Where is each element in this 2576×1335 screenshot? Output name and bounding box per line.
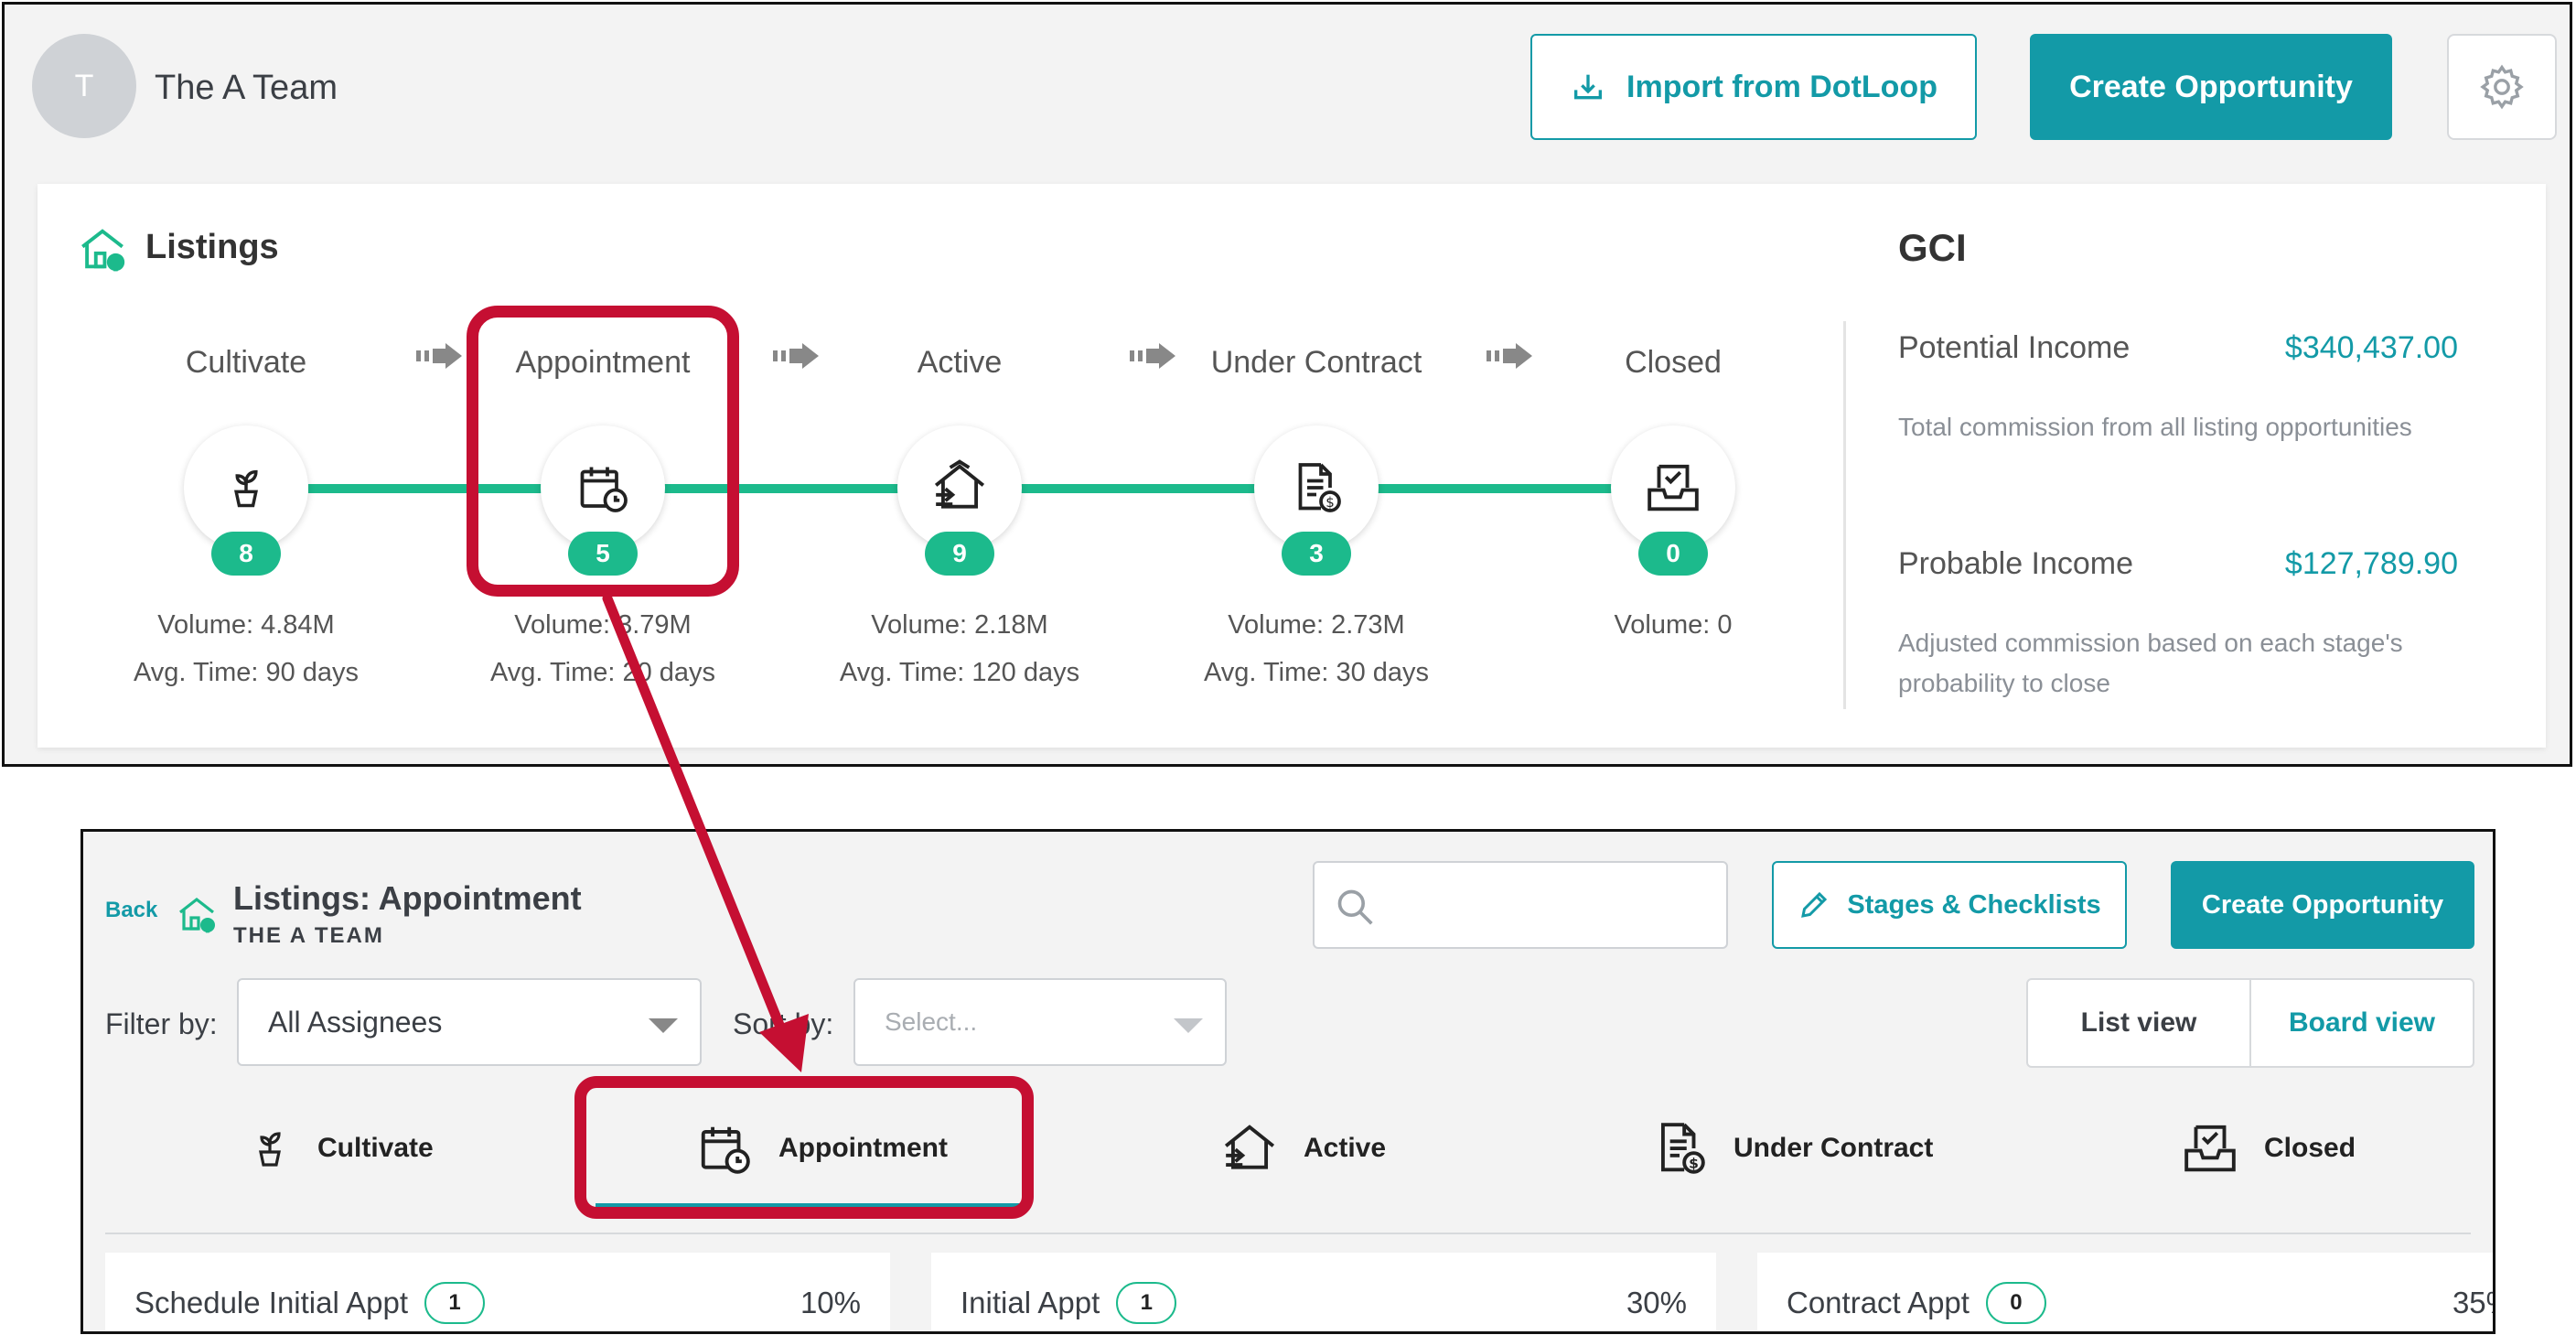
- tab-active[interactable]: Active: [1221, 1103, 1386, 1194]
- sub-stage-card[interactable]: Initial Appt 1 30%: [931, 1253, 1716, 1331]
- avatar: T: [32, 34, 136, 138]
- document-dollar-icon: $: [1660, 1123, 1705, 1174]
- svg-text:$: $: [112, 257, 120, 272]
- stage-avg-time: Avg. Time: 30 days: [1203, 658, 1430, 687]
- search-input[interactable]: [1313, 861, 1728, 949]
- sub-stage-name: Initial Appt: [961, 1286, 1100, 1319]
- sprout-icon: [234, 469, 258, 508]
- stage-volume: Volume: 2.18M: [871, 610, 1048, 640]
- potential-income-amount: $340,437.00: [2284, 330, 2458, 365]
- sub-stage-name: Schedule Initial Appt: [134, 1286, 409, 1319]
- team-dashboard-panel: T The A Team Import from DotLoop Create …: [2, 2, 2572, 767]
- import-dotloop-button[interactable]: Import from DotLoop: [1530, 34, 1977, 140]
- tab-cultivate[interactable]: Cultivate: [248, 1103, 434, 1194]
- stage-count-badge: 0: [1638, 532, 1708, 576]
- sprout-icon: [259, 1132, 281, 1167]
- potential-income-description: Total commission from all listing opport…: [1898, 413, 2412, 441]
- page-subtitle: THE A TEAM: [233, 923, 384, 948]
- document-dollar-icon: $: [1298, 463, 1341, 512]
- settings-button[interactable]: [2447, 34, 2557, 140]
- stage-label-active: Active: [917, 345, 1003, 380]
- highlight-box-appointment-tab: [574, 1076, 1034, 1219]
- probable-income-label: Probable Income: [1898, 546, 2134, 581]
- sub-stage-count: 0: [1985, 1282, 2046, 1324]
- stage-avg-time: Avg. Time: 20 days: [489, 658, 716, 687]
- house-arrow-icon: [1224, 1125, 1275, 1169]
- team-name: The A Team: [155, 69, 338, 107]
- tab-closed[interactable]: Closed: [2182, 1103, 2356, 1194]
- tab-under-contract[interactable]: $ Under Contract: [1651, 1103, 1933, 1194]
- create-button-label: Create Opportunity: [2201, 889, 2444, 920]
- stage-label-closed: Closed: [1625, 345, 1722, 380]
- sub-stage-count: 1: [1116, 1282, 1177, 1324]
- import-button-label: Import from DotLoop: [1626, 69, 1937, 104]
- listings-card: $ Listings Cultivate 8 Volume: 4.84M Avg…: [38, 184, 2546, 748]
- gear-icon: [2480, 64, 2524, 110]
- chevron-down-icon: [1174, 1018, 1203, 1033]
- tabs-divider: [105, 1233, 2471, 1234]
- sub-stage-card[interactable]: Schedule Initial Appt 1 10%: [105, 1253, 890, 1331]
- stages-checklists-button[interactable]: Stages & Checklists: [1772, 861, 2127, 949]
- create-button-label: Create Opportunity: [2069, 69, 2353, 104]
- stage-avg-time: Avg. Time: 120 days: [839, 658, 1080, 687]
- tab-label: Closed: [2264, 1133, 2356, 1163]
- stage-label-under-contract: Under Contract: [1210, 345, 1422, 380]
- sub-stage-count: 1: [424, 1282, 486, 1324]
- house-dollar-icon: $: [81, 229, 125, 273]
- stage-count-badge: 3: [1282, 532, 1351, 576]
- list-view-button[interactable]: List view: [2028, 980, 2251, 1066]
- svg-text:$: $: [1689, 1155, 1699, 1171]
- listings-title: Listings: [145, 228, 279, 266]
- sub-stage-percent: 30%: [1626, 1286, 1687, 1319]
- stage-volume: Volume: 4.84M: [157, 610, 335, 640]
- house-dollar-icon: $: [179, 897, 215, 934]
- filter-label: Filter by:: [105, 1007, 218, 1040]
- tab-label: Active: [1304, 1133, 1387, 1163]
- board-view-button[interactable]: Board view: [2251, 980, 2473, 1066]
- sub-stage-card[interactable]: Contract Appt 0 35%: [1757, 1253, 2493, 1331]
- probable-income-amount: $127,789.90: [2284, 546, 2458, 581]
- sub-stage-name: Contract Appt: [1787, 1286, 1970, 1319]
- view-toggle: List view Board view: [2026, 978, 2474, 1068]
- create-opportunity-button[interactable]: Create Opportunity: [2030, 34, 2392, 140]
- tab-label: Under Contract: [1733, 1133, 1934, 1163]
- assignee-filter-select[interactable]: All Assignees: [237, 978, 702, 1066]
- sub-stage-percent: 10%: [800, 1286, 861, 1319]
- stage-volume: Volume: 3.79M: [514, 610, 692, 640]
- avatar-initial: T: [74, 68, 94, 103]
- svg-text:$: $: [204, 920, 211, 932]
- stage-volume: Volume: 2.73M: [1228, 610, 1405, 640]
- sort-placeholder: Select...: [885, 1007, 978, 1036]
- sort-label: Sort by:: [733, 1007, 834, 1040]
- chevron-down-icon: [649, 1018, 678, 1033]
- search-icon: [1337, 889, 1373, 925]
- gci-title: GCI: [1898, 226, 1967, 269]
- stage-label-cultivate: Cultivate: [185, 345, 307, 380]
- back-link[interactable]: Back: [105, 898, 157, 923]
- sub-stage-percent: 35%: [2452, 1286, 2493, 1319]
- pencil-icon: [1801, 891, 1828, 918]
- stage-count-badge: 9: [925, 532, 994, 576]
- stage-volume: Volume: 0: [1614, 610, 1733, 640]
- stage-count-badge: 8: [211, 532, 281, 576]
- inbox-check-icon: [1648, 464, 1699, 511]
- filter-value: All Assignees: [268, 1005, 443, 1039]
- tab-label: Cultivate: [317, 1133, 434, 1163]
- gci-divider: [1843, 321, 1846, 709]
- page-title: Listings: Appointment: [233, 879, 582, 917]
- svg-text:$: $: [1326, 494, 1335, 511]
- stage-detail-panel: Back $ Listings: Appointment THE A TEAM …: [80, 829, 2496, 1334]
- download-icon: [1574, 74, 1603, 100]
- highlight-box-appointment-stage: [467, 306, 739, 597]
- probable-income-description: Adjusted commission based on each stage'…: [1898, 629, 2403, 697]
- inbox-check-icon: [2184, 1125, 2236, 1172]
- create-opportunity-button[interactable]: Create Opportunity: [2171, 861, 2474, 949]
- potential-income-label: Potential Income: [1898, 330, 2131, 365]
- stage-avg-time: Avg. Time: 90 days: [133, 658, 360, 687]
- house-arrow-icon: [934, 459, 985, 509]
- stages-button-label: Stages & Checklists: [1847, 889, 2101, 920]
- sort-select[interactable]: Select...: [853, 978, 1227, 1066]
